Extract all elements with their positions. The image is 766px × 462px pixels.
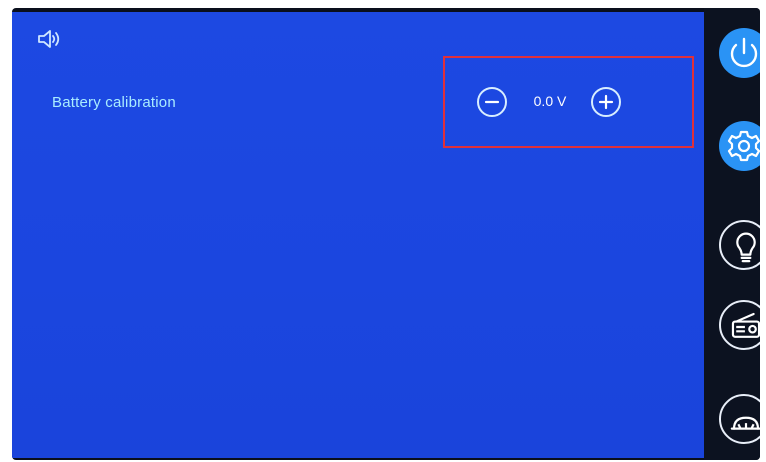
radio-icon bbox=[731, 312, 760, 338]
increase-button[interactable] bbox=[591, 87, 621, 117]
right-rail bbox=[704, 8, 760, 460]
radio-button[interactable] bbox=[719, 300, 760, 350]
power-button[interactable] bbox=[719, 28, 760, 78]
lightbulb-icon bbox=[736, 232, 756, 263]
speaker-icon[interactable] bbox=[36, 28, 62, 50]
minus-circle-icon bbox=[484, 100, 500, 104]
decrease-button[interactable] bbox=[477, 87, 507, 117]
device-button[interactable] bbox=[719, 394, 760, 444]
battery-calibration-stepper: 0.0 V bbox=[477, 87, 623, 119]
device-bezel: Battery calibration 0.0 V bbox=[12, 8, 760, 460]
calibration-value: 0.0 V bbox=[533, 93, 567, 109]
settings-button[interactable] bbox=[719, 121, 760, 171]
power-icon bbox=[730, 37, 758, 68]
device-icon bbox=[730, 416, 760, 430]
settings-screen: Battery calibration 0.0 V bbox=[12, 12, 704, 458]
light-button[interactable] bbox=[719, 220, 760, 270]
battery-calibration-label: Battery calibration bbox=[52, 94, 176, 111]
gear-icon bbox=[727, 130, 760, 162]
plus-circle-icon bbox=[598, 94, 614, 110]
